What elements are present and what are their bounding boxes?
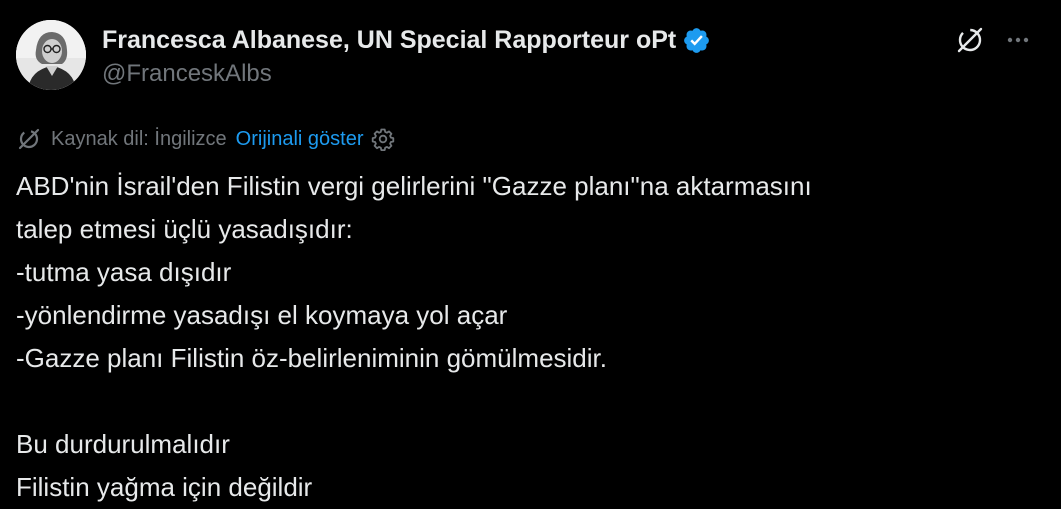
avatar[interactable] xyxy=(16,20,86,90)
show-original-link[interactable]: Orijinali göster xyxy=(236,128,364,151)
avatar-photo xyxy=(16,20,86,90)
tweet-line: -tutma yasa dışıdır xyxy=(16,257,232,287)
tweet-line: Filistin yağma için değildir xyxy=(16,472,313,502)
tweet-line: -Gazze planı Filistin öz-belirleniminin … xyxy=(16,343,607,373)
verified-badge-icon[interactable] xyxy=(682,26,711,55)
tweet-line: talep etmesi üçlü yasadışıdır: xyxy=(16,214,353,244)
tweet-line xyxy=(16,380,1036,423)
more-dots-icon[interactable] xyxy=(1000,22,1036,58)
grok-icon[interactable] xyxy=(952,22,988,58)
source-language-label: Kaynak dil: İngilizce xyxy=(51,127,227,150)
gear-icon[interactable] xyxy=(371,127,395,151)
author-name-row[interactable]: Francesca Albanese, UN Special Rapporteu… xyxy=(102,23,711,57)
author-display-name[interactable]: Francesca Albanese, UN Special Rapporteu… xyxy=(102,26,676,55)
tweet-text: ABD'nin İsrail'den Filistin vergi gelirl… xyxy=(16,165,1036,509)
tweet-line: ABD'nin İsrail'den Filistin vergi gelirl… xyxy=(16,171,812,201)
translate-icon xyxy=(16,126,42,152)
tweet-line: Bu durdurulmalıdır xyxy=(16,429,230,459)
translation-bar: Kaynak dil: İngilizce Orijinali göster xyxy=(16,124,395,154)
tweet-line: -yönlendirme yasadışı el koymaya yol aça… xyxy=(16,300,508,330)
author-handle[interactable]: @FranceskAlbs xyxy=(102,60,272,88)
